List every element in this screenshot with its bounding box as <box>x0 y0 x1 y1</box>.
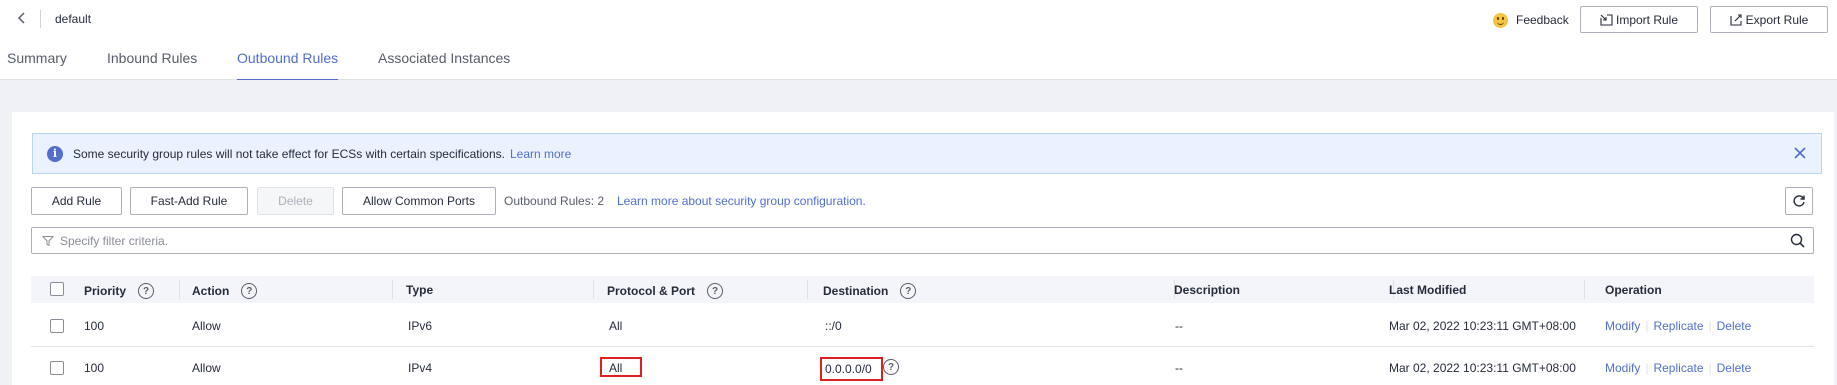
search-icon[interactable] <box>1790 233 1805 248</box>
cell-operations: Modify | Replicate | Delete <box>1605 319 1751 333</box>
tab-inbound-rules[interactable]: Inbound Rules <box>107 50 197 80</box>
delete-link[interactable]: Delete <box>1717 319 1752 333</box>
page-title: default <box>55 12 92 26</box>
cell-protocol-port: All <box>609 361 623 375</box>
feedback-link[interactable]: Feedback <box>1493 9 1569 31</box>
col-protocol-port-label: Protocol & Port <box>607 284 696 298</box>
delete-button[interactable]: Delete <box>257 187 334 215</box>
header-divider <box>40 10 41 28</box>
alert-learn-more-link[interactable]: Learn more <box>510 147 571 161</box>
info-icon: i <box>47 145 63 162</box>
cell-last-modified: Mar 02, 2022 10:23:11 GMT+08:00 <box>1389 319 1576 333</box>
col-last-modified: Last Modified <box>1389 283 1467 297</box>
filter-icon <box>42 235 54 246</box>
op-separator: | <box>1645 319 1649 333</box>
col-protocol-port: Protocol & Port? <box>607 283 724 299</box>
feedback-label: Feedback <box>1516 13 1569 27</box>
filter-input[interactable] <box>60 233 1760 248</box>
tab-associated-instances[interactable]: Associated Instances <box>378 50 510 80</box>
cell-priority: 100 <box>84 319 105 333</box>
help-icon[interactable]: ? <box>900 283 917 299</box>
back-arrow-icon[interactable] <box>12 8 30 28</box>
col-action-label: Action <box>192 284 230 298</box>
modify-link[interactable]: Modify <box>1605 361 1640 375</box>
cell-action: Allow <box>192 361 221 375</box>
table-header: Priority? Action? Type Protocol & Port? … <box>31 276 1814 303</box>
table-row: 100 Allow IPv6 All ::/0 -- Mar 02, 2022 … <box>31 305 1814 347</box>
security-group-config-link[interactable]: Learn more about security group configur… <box>617 194 866 208</box>
cell-protocol-port: All <box>609 319 623 333</box>
close-icon[interactable] <box>1793 146 1807 160</box>
column-divider <box>593 280 594 299</box>
help-icon[interactable]: ? <box>138 283 155 299</box>
export-icon <box>1730 13 1742 26</box>
export-rule-label: Export Rule <box>1745 12 1809 27</box>
filter-search-bar <box>31 227 1814 254</box>
allow-common-ports-button[interactable]: Allow Common Ports <box>342 187 496 215</box>
cell-destination: ::/0 <box>825 319 842 333</box>
import-rule-label: Import Rule <box>1615 12 1679 27</box>
cell-destination: 0.0.0.0/0 <box>825 362 872 376</box>
replicate-link[interactable]: Replicate <box>1653 361 1703 375</box>
row-checkbox[interactable] <box>50 319 64 333</box>
help-icon[interactable]: ? <box>241 283 258 299</box>
table-row: 100 Allow IPv4 All 0.0.0.0/0 ? -- Mar 02… <box>31 347 1814 385</box>
col-action: Action? <box>192 283 258 299</box>
op-separator: | <box>1708 319 1712 333</box>
col-destination: Destination? <box>823 283 917 299</box>
cell-last-modified: Mar 02, 2022 10:23:11 GMT+08:00 <box>1389 361 1576 375</box>
export-rule-button[interactable]: Export Rule <box>1710 6 1828 33</box>
op-separator: | <box>1708 361 1712 375</box>
col-description: Description <box>1174 283 1241 297</box>
column-divider <box>807 280 808 299</box>
delete-link[interactable]: Delete <box>1717 361 1752 375</box>
cell-description: -- <box>1175 361 1183 375</box>
refresh-icon <box>1793 195 1805 207</box>
info-alert: i Some security group rules will not tak… <box>32 133 1822 174</box>
replicate-link[interactable]: Replicate <box>1653 319 1703 333</box>
cell-type: IPv4 <box>408 361 433 375</box>
column-divider <box>392 280 393 299</box>
column-divider <box>1584 280 1585 299</box>
import-icon <box>1600 13 1613 26</box>
outbound-rule-count: Outbound Rules: 2 <box>504 194 605 208</box>
cell-action: Allow <box>192 319 221 333</box>
cell-operations: Modify | Replicate | Delete <box>1605 361 1751 375</box>
add-rule-button[interactable]: Add Rule <box>31 187 122 215</box>
help-icon[interactable]: ? <box>883 359 899 375</box>
help-icon[interactable]: ? <box>707 283 724 299</box>
alert-text: Some security group rules will not take … <box>73 146 505 161</box>
column-divider <box>179 280 180 299</box>
tab-summary[interactable]: Summary <box>7 50 67 80</box>
refresh-button[interactable] <box>1785 187 1813 215</box>
modify-link[interactable]: Modify <box>1605 319 1640 333</box>
cell-description: -- <box>1175 319 1183 333</box>
col-type: Type <box>406 283 434 297</box>
col-priority: Priority? <box>84 283 155 299</box>
col-priority-label: Priority <box>84 284 127 298</box>
cell-priority: 100 <box>84 361 105 375</box>
col-destination-label: Destination <box>823 284 889 298</box>
page-header: default Feedback Import Rule Export Rule <box>0 0 1837 40</box>
tab-bar: Summary Inbound Rules Outbound Rules Ass… <box>0 40 1837 81</box>
select-all-checkbox[interactable] <box>50 282 64 296</box>
smile-icon <box>1493 12 1508 28</box>
col-operation: Operation <box>1605 283 1662 297</box>
import-rule-button[interactable]: Import Rule <box>1580 6 1698 33</box>
cell-type: IPv6 <box>408 319 433 333</box>
op-separator: | <box>1645 361 1649 375</box>
tab-outbound-rules[interactable]: Outbound Rules <box>237 50 339 81</box>
fast-add-rule-button[interactable]: Fast-Add Rule <box>130 187 248 215</box>
row-checkbox[interactable] <box>50 361 64 375</box>
